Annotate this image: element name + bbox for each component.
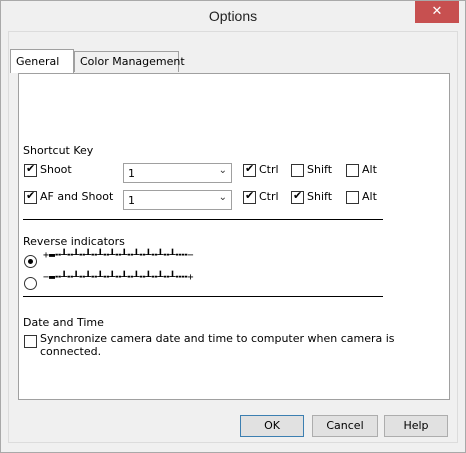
indicator-sign: −: [187, 250, 194, 261]
indicator-sign: +: [187, 272, 194, 283]
sync-datetime-label-line1: Synchronize camera date and time to comp…: [40, 332, 395, 345]
indicator-scale-normal: +▬╍┸╍┸╍┸╍┸╍┸╍┸╍┸╍┸╍┸╍┸╍╍−: [43, 250, 194, 261]
radio-dot: [28, 259, 33, 264]
separator: [23, 219, 383, 220]
af-shoot-shift-label: Shift: [307, 190, 333, 203]
chevron-down-icon: ⌄: [218, 192, 227, 203]
tab-general[interactable]: General: [10, 49, 74, 73]
exposure-scale-icon: ▬╍┸╍┸╍┸╍┸╍┸╍┸╍┸╍┸╍┸╍┸╍╍: [49, 272, 188, 283]
check-icon: ✔: [26, 189, 36, 202]
tab-label: General: [16, 55, 60, 68]
reverse-option-1-radio[interactable]: [24, 255, 37, 268]
af-shoot-alt-label: Alt: [362, 190, 377, 203]
shoot-shift-label: Shift: [307, 163, 333, 176]
indicator-scale-reversed: −▬╍┸╍┸╍┸╍┸╍┸╍┸╍┸╍┸╍┸╍┸╍╍+: [43, 272, 194, 283]
shoot-label: Shoot: [40, 163, 72, 176]
ok-button[interactable]: OK: [240, 415, 304, 437]
ok-button-label: OK: [264, 419, 280, 432]
reverse-indicators-heading: Reverse indicators: [23, 235, 125, 248]
shoot-key-select[interactable]: 1 ⌄: [123, 163, 232, 183]
shoot-checkbox[interactable]: ✔: [24, 162, 37, 177]
cancel-button-label: Cancel: [326, 419, 364, 432]
close-icon: ✕: [431, 4, 443, 19]
general-panel: Shortcut Key ✔ Shoot 1 ⌄ ✔ Ctrl Shift Al…: [18, 73, 450, 400]
shoot-key-value: 1: [128, 167, 135, 180]
tab-color-management[interactable]: Color Management: [74, 51, 185, 72]
check-icon: ✔: [245, 162, 255, 175]
window-title: Options: [208, 8, 258, 24]
cancel-button[interactable]: Cancel: [312, 415, 378, 437]
check-icon: ✔: [26, 162, 36, 175]
separator: [23, 296, 383, 297]
shoot-ctrl-label: Ctrl: [259, 163, 279, 176]
chevron-down-icon: ⌄: [218, 165, 227, 176]
exposure-scale-icon: ▬╍┸╍┸╍┸╍┸╍┸╍┸╍┸╍┸╍┸╍┸╍╍: [49, 250, 188, 261]
sync-datetime-checkbox[interactable]: [24, 335, 37, 348]
af-shoot-checkbox[interactable]: ✔: [24, 189, 37, 204]
shoot-ctrl-checkbox[interactable]: ✔: [243, 162, 256, 177]
af-shoot-ctrl-label: Ctrl: [259, 190, 279, 203]
check-icon: ✔: [245, 189, 255, 202]
title-bar: Options ✕: [1, 1, 465, 31]
check-icon: ✔: [293, 189, 303, 202]
af-shoot-ctrl-checkbox[interactable]: ✔: [243, 189, 256, 204]
help-button[interactable]: Help: [384, 415, 448, 437]
reverse-option-2-radio[interactable]: [24, 277, 37, 290]
af-shoot-alt-checkbox[interactable]: [346, 191, 359, 204]
af-shoot-key-value: 1: [128, 194, 135, 207]
af-shoot-shift-checkbox[interactable]: ✔: [291, 189, 304, 204]
shoot-alt-checkbox[interactable]: [346, 164, 359, 177]
af-shoot-label: AF and Shoot: [40, 190, 114, 203]
af-shoot-key-select[interactable]: 1 ⌄: [123, 190, 232, 210]
shoot-shift-checkbox[interactable]: [291, 164, 304, 177]
sync-datetime-label-line2: connected.: [40, 345, 102, 358]
date-time-heading: Date and Time: [23, 316, 104, 329]
shoot-alt-label: Alt: [362, 163, 377, 176]
shortcut-key-heading: Shortcut Key: [23, 144, 94, 157]
tab-label: Color Management: [80, 55, 185, 68]
close-button[interactable]: ✕: [415, 1, 459, 23]
help-button-label: Help: [403, 419, 429, 432]
